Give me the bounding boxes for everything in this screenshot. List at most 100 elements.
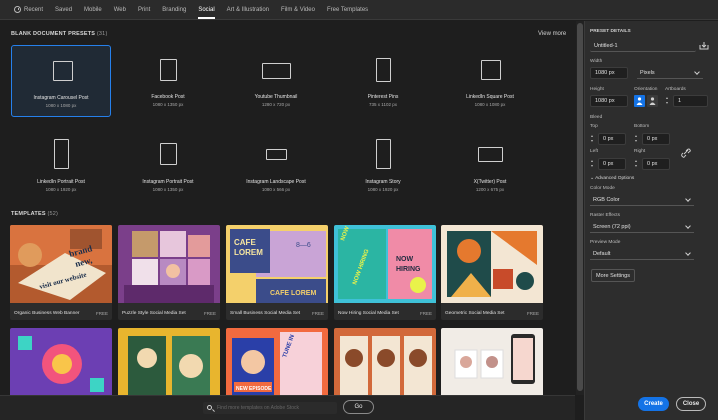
- chevron-down-icon: [685, 223, 691, 229]
- template-card[interactable]: CAFE LOREM 8—6 CAFE LOREM Small Business…: [226, 225, 328, 320]
- tab-print[interactable]: Print: [132, 0, 156, 20]
- preview-mode-label: Preview Mode: [590, 240, 621, 245]
- template-card[interactable]: Puzzle Style Social Media Set FREE: [118, 225, 220, 320]
- bleed-left-field[interactable]: 0 px: [598, 158, 626, 170]
- preset-name: Facebook Post: [151, 94, 185, 100]
- preset-youtube-thumbnail[interactable]: Youtube Thumbnail 1280 x 720 px: [226, 45, 326, 117]
- stock-search-bar: Find more templates on Adobe Stock Go: [0, 395, 575, 420]
- preset-name: Youtube Thumbnail: [254, 94, 298, 100]
- template-name: Small Business Social Media Set: [230, 311, 301, 316]
- go-button[interactable]: Go: [343, 400, 374, 414]
- clock-icon: [14, 6, 21, 13]
- tab-saved[interactable]: Saved: [49, 0, 78, 20]
- template-name: Organic Business Web Banner: [14, 311, 80, 316]
- raster-effects-label: Raster Effects: [590, 213, 621, 218]
- preset-instagram-story[interactable]: Instagram Story 1080 x 1920 px: [333, 129, 433, 201]
- template-card[interactable]: [118, 328, 220, 403]
- thumb-text: NEW EPISODE: [236, 386, 272, 392]
- bleed-right-label: Right: [634, 149, 646, 154]
- preset-linkedin-square[interactable]: LinkedIn Square Post 1080 x 1080 px: [440, 45, 540, 117]
- template-name: Geometric Social Media Set: [445, 311, 505, 316]
- portrait-orientation-button[interactable]: [634, 95, 645, 107]
- advanced-options-toggle[interactable]: ⌄ Advanced Options: [590, 176, 634, 181]
- preview-mode-dropdown[interactable]: Default: [590, 248, 694, 260]
- preset-size: 1080 x 1080 px: [45, 103, 77, 108]
- preset-instagram-landscape[interactable]: Instagram Landscape Post 1080 x 566 px: [226, 129, 326, 201]
- bleed-left-stepper[interactable]: [590, 159, 595, 169]
- preset-name: LinkedIn Square Post: [466, 94, 514, 100]
- preset-size: 1080 x 1080 px: [474, 102, 506, 107]
- scrollbar-thumb[interactable]: [577, 23, 583, 391]
- template-card[interactable]: brand new, visit our website Organic Bus…: [10, 225, 112, 320]
- color-mode-dropdown[interactable]: RGB Color: [590, 194, 694, 206]
- preset-name: Instagram Carousel Post: [33, 95, 89, 101]
- template-card[interactable]: [441, 328, 543, 403]
- raster-effects-value: Screen (72 ppi): [593, 223, 631, 230]
- save-preset-icon[interactable]: [699, 41, 709, 50]
- preset-instagram-carousel[interactable]: Instagram Carousel Post 1080 x 1080 px: [11, 45, 111, 117]
- tab-web[interactable]: Web: [108, 0, 132, 20]
- portrait-icon: [636, 97, 643, 105]
- artboards-field[interactable]: 1: [673, 95, 708, 107]
- template-card[interactable]: NEW EPISODE TUNE IN: [226, 328, 328, 403]
- template-card[interactable]: [334, 328, 436, 403]
- preset-shape: [481, 60, 501, 80]
- tab-free-templates[interactable]: Free Templates: [321, 0, 374, 20]
- width-field[interactable]: 1080 px: [590, 67, 628, 79]
- link-bleed-icon[interactable]: [681, 148, 691, 158]
- artboards-stepper[interactable]: [665, 96, 670, 106]
- bleed-right-stepper[interactable]: [634, 159, 639, 169]
- width-label: Width: [590, 59, 603, 64]
- document-name-field[interactable]: Untitled-1: [590, 40, 696, 52]
- chevron-down-icon: [685, 196, 691, 202]
- template-card[interactable]: [10, 328, 112, 403]
- bleed-top-stepper[interactable]: [590, 134, 595, 144]
- tab-art-illustration[interactable]: Art & Illustration: [221, 0, 275, 20]
- preset-x-twitter-post[interactable]: X(Twitter) Post 1200 x 675 px: [440, 129, 540, 201]
- height-field[interactable]: 1080 px: [590, 95, 628, 107]
- tab-mobile[interactable]: Mobile: [78, 0, 108, 20]
- tab-branding[interactable]: Branding: [156, 0, 192, 20]
- view-more-link[interactable]: View more: [538, 31, 566, 37]
- search-icon: [207, 405, 212, 410]
- preset-instagram-portrait[interactable]: Instagram Portrait Post 1080 x 1350 px: [118, 129, 218, 201]
- more-settings-button[interactable]: More Settings: [591, 269, 635, 282]
- units-dropdown[interactable]: Pixels: [637, 67, 703, 79]
- tab-label: Film & Video: [281, 6, 315, 13]
- preset-facebook-post[interactable]: Facebook Post 1080 x 1350 px: [118, 45, 218, 117]
- preset-size: 1080 x 1920 px: [367, 187, 399, 192]
- create-button[interactable]: Create: [638, 397, 669, 411]
- bleed-bottom-stepper[interactable]: [634, 134, 639, 144]
- bleed-bottom-label: Bottom: [634, 124, 650, 129]
- bleed-bottom-field[interactable]: 0 px: [642, 133, 670, 145]
- tab-recent[interactable]: Recent: [8, 0, 49, 20]
- preset-name: Instagram Portrait Post: [142, 179, 194, 185]
- raster-effects-dropdown[interactable]: Screen (72 ppi): [590, 221, 694, 233]
- landscape-icon: [649, 97, 656, 105]
- tab-film-video[interactable]: Film & Video: [275, 0, 321, 20]
- landscape-orientation-button[interactable]: [647, 95, 658, 107]
- category-tabbar: Recent Saved Mobile Web Print Branding S…: [0, 0, 718, 20]
- preset-linkedin-portrait[interactable]: LinkedIn Portrait Post 1080 x 1920 px: [11, 129, 111, 201]
- svg-text:CAFE LOREM: CAFE LOREM: [270, 290, 316, 297]
- preset-pinterest-pins[interactable]: Pinterest Pins 735 x 1102 px: [333, 45, 433, 117]
- template-card[interactable]: NOW HIRING NOW HIRING NOW HIRING Now Hir…: [334, 225, 436, 320]
- svg-text:8—6: 8—6: [296, 242, 311, 249]
- template-card[interactable]: Geometric Social Media Set FREE: [441, 225, 543, 320]
- svg-text:NOW: NOW: [396, 256, 414, 263]
- preset-size: 1080 x 1350 px: [152, 102, 184, 107]
- presets-count: (31): [96, 31, 108, 37]
- template-thumbnail: [334, 328, 436, 403]
- tab-social[interactable]: Social: [192, 0, 220, 20]
- preset-shape: [262, 63, 291, 79]
- close-button[interactable]: Close: [676, 397, 706, 411]
- free-badge: FREE: [419, 311, 432, 316]
- svg-text:LOREM: LOREM: [234, 248, 263, 257]
- bleed-left-label: Left: [590, 149, 599, 154]
- bleed-right-field[interactable]: 0 px: [642, 158, 670, 170]
- bleed-top-field[interactable]: 0 px: [598, 133, 626, 145]
- free-badge: FREE: [203, 311, 216, 316]
- free-badge: FREE: [526, 311, 539, 316]
- main-scrollbar[interactable]: [576, 21, 584, 395]
- main-content: BLANK DOCUMENT PRESETS (31) View more In…: [0, 21, 575, 420]
